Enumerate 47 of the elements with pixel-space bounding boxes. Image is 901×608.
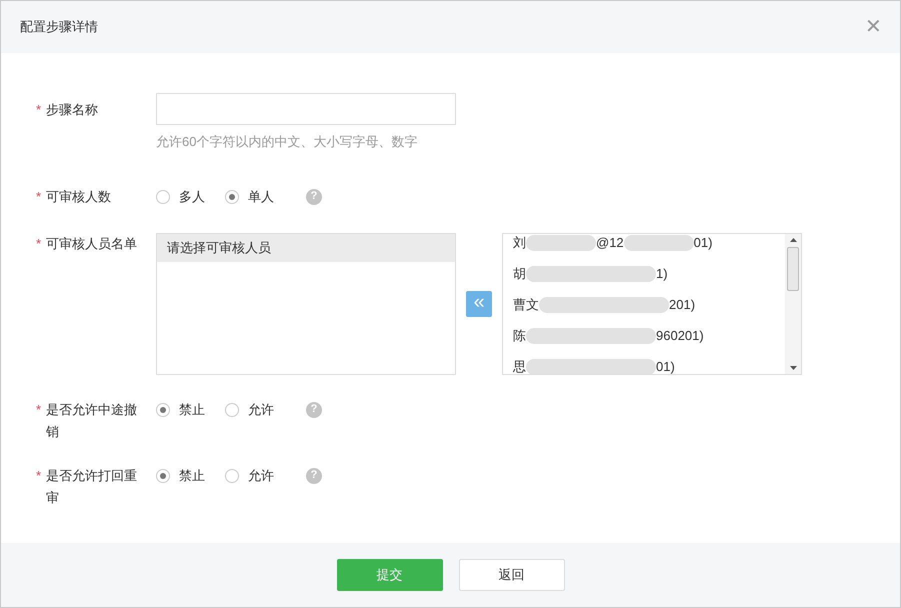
- radio-label[interactable]: 允许: [248, 400, 274, 420]
- radio-label[interactable]: 多人: [179, 186, 205, 206]
- item-text: 01): [694, 234, 712, 252]
- radio-button[interactable]: [156, 468, 170, 482]
- field-label: 可审核人员名单: [46, 234, 138, 252]
- radio-label[interactable]: 单人: [248, 186, 274, 206]
- item-text: 曹文: [513, 296, 539, 314]
- dialog-title: 配置步骤详情: [20, 18, 98, 36]
- scroll-thumb[interactable]: [787, 246, 799, 290]
- item-text: 胡: [513, 265, 526, 284]
- required-mark: *: [36, 101, 42, 119]
- hint-text: 允许60个字符以内的中文、大小写字母、数字: [156, 133, 418, 151]
- radio-button[interactable]: [156, 190, 170, 204]
- item-text: 1): [656, 265, 668, 284]
- radio-button[interactable]: [156, 402, 170, 416]
- field-label: 可审核人数: [46, 188, 112, 206]
- required-mark: *: [36, 466, 42, 484]
- radio-button[interactable]: [225, 190, 239, 204]
- radio-button[interactable]: [225, 402, 239, 416]
- item-text: 刘: [513, 234, 526, 252]
- redaction-blur: [624, 235, 694, 251]
- list-item[interactable]: 请选择可审核人员: [157, 234, 455, 262]
- scroll-up-icon[interactable]: [790, 238, 796, 242]
- list-item[interactable]: 陈 960201): [503, 320, 785, 352]
- field-label: 是否允许打回重审: [46, 466, 138, 506]
- scroll-down-icon[interactable]: [790, 366, 796, 370]
- list-item[interactable]: 胡 1): [503, 258, 785, 290]
- scrollbar[interactable]: [785, 234, 801, 374]
- item-text: 201): [669, 296, 696, 314]
- item-text: 陈: [513, 327, 526, 346]
- field-label: 是否允许中途撤销: [46, 400, 138, 440]
- radio-label[interactable]: 允许: [248, 466, 274, 486]
- required-mark: *: [36, 400, 42, 418]
- item-text: 960201): [656, 327, 704, 346]
- required-mark: *: [36, 234, 42, 252]
- list-item[interactable]: 曹文 201): [503, 290, 785, 320]
- required-mark: *: [36, 188, 42, 206]
- radio-label[interactable]: 禁止: [179, 466, 205, 486]
- field-label: 步骤名称: [46, 101, 99, 119]
- item-text: @12: [596, 234, 624, 252]
- item-text: 思: [513, 358, 526, 374]
- back-button[interactable]: 返回: [458, 559, 564, 591]
- list-item[interactable]: 刘 @12 01): [503, 234, 785, 258]
- input-field[interactable]: [156, 93, 456, 125]
- radio-label[interactable]: 禁止: [179, 400, 205, 420]
- radio-button[interactable]: [225, 468, 239, 482]
- redaction-blur: [526, 235, 596, 251]
